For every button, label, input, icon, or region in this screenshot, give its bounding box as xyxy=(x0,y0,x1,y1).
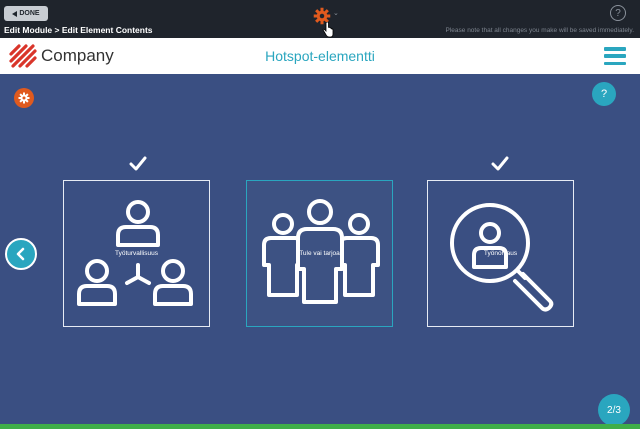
check-icon xyxy=(129,156,147,171)
page-title: Hotspot-elementti xyxy=(265,48,375,64)
menu-bar xyxy=(604,47,626,51)
gear-icon xyxy=(18,92,30,104)
hotspot-label: Työturvallisuus xyxy=(115,250,158,257)
hamburger-menu-icon[interactable] xyxy=(604,47,626,65)
menu-bar xyxy=(604,54,626,58)
done-label: DONE xyxy=(19,10,40,17)
page-indicator: 2/3 xyxy=(598,394,630,426)
module-header: Company Hotspot-elementti xyxy=(0,38,640,74)
editor-toolbar: DONE Edit Module > Edit Element Contents… xyxy=(0,0,640,38)
chevron-left-icon xyxy=(16,247,25,261)
menu-bar xyxy=(604,61,626,65)
breadcrumb: Edit Module > Edit Element Contents xyxy=(4,25,153,35)
save-notice: Please note that all changes you make wi… xyxy=(445,27,634,34)
hotspot-card-search[interactable]: Työnohjaus xyxy=(427,180,574,327)
hotspot-label: Tule vai tarjoa xyxy=(299,250,340,257)
hotspot-label: Työnohjaus xyxy=(483,250,518,257)
previous-button[interactable] xyxy=(5,238,37,270)
done-button[interactable]: DONE xyxy=(4,6,48,21)
module-stage: Company Hotspot-elementti ? Työturvallis… xyxy=(0,38,640,426)
settings-button[interactable] xyxy=(14,88,34,108)
chevron-down-icon[interactable]: ⌄ xyxy=(333,9,339,17)
help-button[interactable]: ? xyxy=(592,82,616,106)
hotspot-card-team[interactable]: Tule vai tarjoa xyxy=(246,180,393,327)
help-icon[interactable]: ? xyxy=(610,5,626,21)
back-arrow-icon xyxy=(12,10,18,17)
check-icon xyxy=(491,156,509,171)
progress-strip xyxy=(0,424,640,429)
hotspot-card-hierarchy[interactable]: Työturvallisuus xyxy=(63,180,210,327)
